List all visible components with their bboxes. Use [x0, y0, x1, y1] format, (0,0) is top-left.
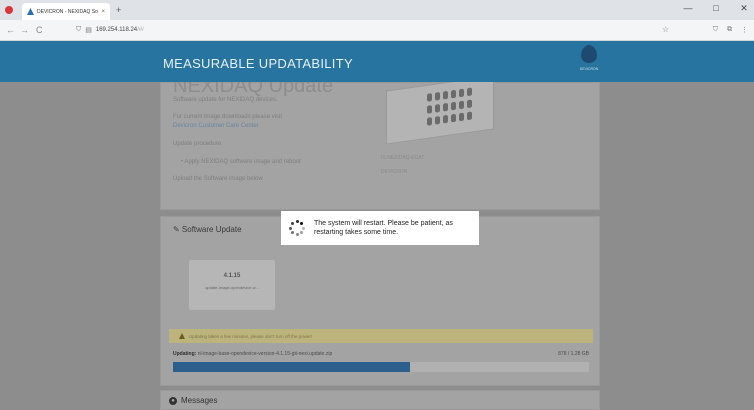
browser-tab-bar: DEVICRON - NEXIDAQ Soft... × + — □ ✕ [0, 0, 754, 20]
messages-panel: ● Messages [160, 390, 600, 410]
device-image [386, 82, 494, 145]
restart-message: The system will restart. Please be patie… [314, 220, 453, 236]
minimize-button[interactable]: — [682, 3, 694, 14]
spinner-dot [295, 220, 299, 223]
device-caption-2: DEVICRON [381, 169, 408, 175]
intro-line-4: Upload the Software image below [173, 176, 263, 182]
browser-nav-bar: ← → C ⛉ ▤ 169.254.118.24/#/ ☆ ⛉ ⧉ ⋮ [0, 20, 754, 41]
spinner-dot [300, 231, 304, 235]
site-title: MEASURABLE UPDATABILITY [163, 56, 353, 71]
shield-icon[interactable]: ⛉ [76, 26, 81, 34]
warning-banner: Updating takes a few minutes, please don… [169, 329, 593, 343]
spinner-dot [295, 233, 299, 236]
spinner-dot [290, 231, 294, 235]
site-header: MEASURABLE UPDATABILITY DEVICRON [0, 41, 754, 82]
progress-count: 878 / 1.28 GB [558, 351, 589, 357]
updating-label: Updating: [173, 351, 197, 357]
spinner-dot [290, 221, 294, 225]
menu-icon[interactable]: ⋮ [741, 26, 748, 34]
device-caption-1: IS NEXIDAQ-ECAT [381, 155, 425, 161]
loading-spinner-icon [289, 220, 305, 236]
intro-heading: NEXIDAQ Update [173, 82, 334, 97]
browser-app-icon[interactable] [5, 6, 13, 14]
warning-icon [179, 333, 185, 339]
spinner-dot [302, 226, 305, 230]
updating-file: nl-image-base-opendevice-version-4.1.15-… [197, 351, 333, 357]
intro-bullet: • Apply NEXIDAQ software image and reboo… [181, 159, 301, 165]
page-content-dimmed: NEXIDAQ Update Software update for NEXID… [0, 82, 754, 410]
messages-icon: ● [169, 396, 177, 405]
extensions-icon[interactable]: ⧉ [727, 26, 732, 34]
back-button[interactable]: ← [6, 25, 15, 35]
url-text[interactable]: 169.254.118.24/#/ [96, 27, 144, 33]
software-update-title: ✎ Software Update [173, 225, 242, 234]
updating-status: Updating: nl-image-base-opendevice-versi… [173, 351, 589, 357]
restart-modal: The system will restart. Please be patie… [281, 211, 479, 245]
intro-panel: NEXIDAQ Update Software update for NEXID… [160, 82, 600, 210]
customer-care-link[interactable]: Devicron Customer Care Center [173, 123, 259, 129]
maximize-button[interactable]: □ [710, 3, 722, 14]
update-progress-bar [173, 362, 589, 372]
logo-drop-icon [581, 45, 597, 63]
toolbar-icons: ⛉ ⧉ ⋮ [713, 26, 748, 34]
intro-line-2: For current image downloads please visit [173, 114, 283, 120]
bookmark-star-icon[interactable]: ☆ [662, 25, 669, 34]
logo-text: DEVICRON [579, 67, 599, 71]
address-bar[interactable]: ⛉ ▤ 169.254.118.24/#/ [76, 23, 676, 37]
shield-toolbar-icon[interactable]: ⛉ [713, 26, 718, 34]
forward-button[interactable]: → [20, 25, 29, 35]
tab-title: DEVICRON - NEXIDAQ Soft... [37, 8, 99, 15]
window-controls: — □ ✕ [682, 3, 750, 14]
reload-button[interactable]: C [36, 25, 43, 35]
spinner-dot [300, 221, 304, 225]
new-tab-button[interactable]: + [116, 5, 121, 15]
tile-description: update-image-opendevice-w... [205, 285, 259, 290]
intro-line-3: Update procedure: [173, 141, 223, 147]
site-favicon-icon [27, 8, 34, 15]
page-info-icon[interactable]: ▤ [85, 26, 92, 34]
warning-text: Updating takes a few minutes, please don… [189, 333, 313, 339]
tile-version: 4.1.15 [223, 273, 241, 279]
tab-close-icon[interactable]: × [101, 9, 105, 15]
update-image-tile[interactable]: 4.1.15 update-image-opendevice-w... [189, 260, 275, 310]
company-logo: DEVICRON [571, 45, 607, 79]
messages-title[interactable]: ● Messages [169, 396, 217, 405]
progress-fill [173, 362, 411, 372]
browser-tab[interactable]: DEVICRON - NEXIDAQ Soft... × [22, 3, 110, 20]
close-window-button[interactable]: ✕ [738, 3, 750, 14]
intro-line-1: Software update for NEXIDAQ devices. [173, 97, 278, 103]
spinner-dot [289, 226, 292, 230]
